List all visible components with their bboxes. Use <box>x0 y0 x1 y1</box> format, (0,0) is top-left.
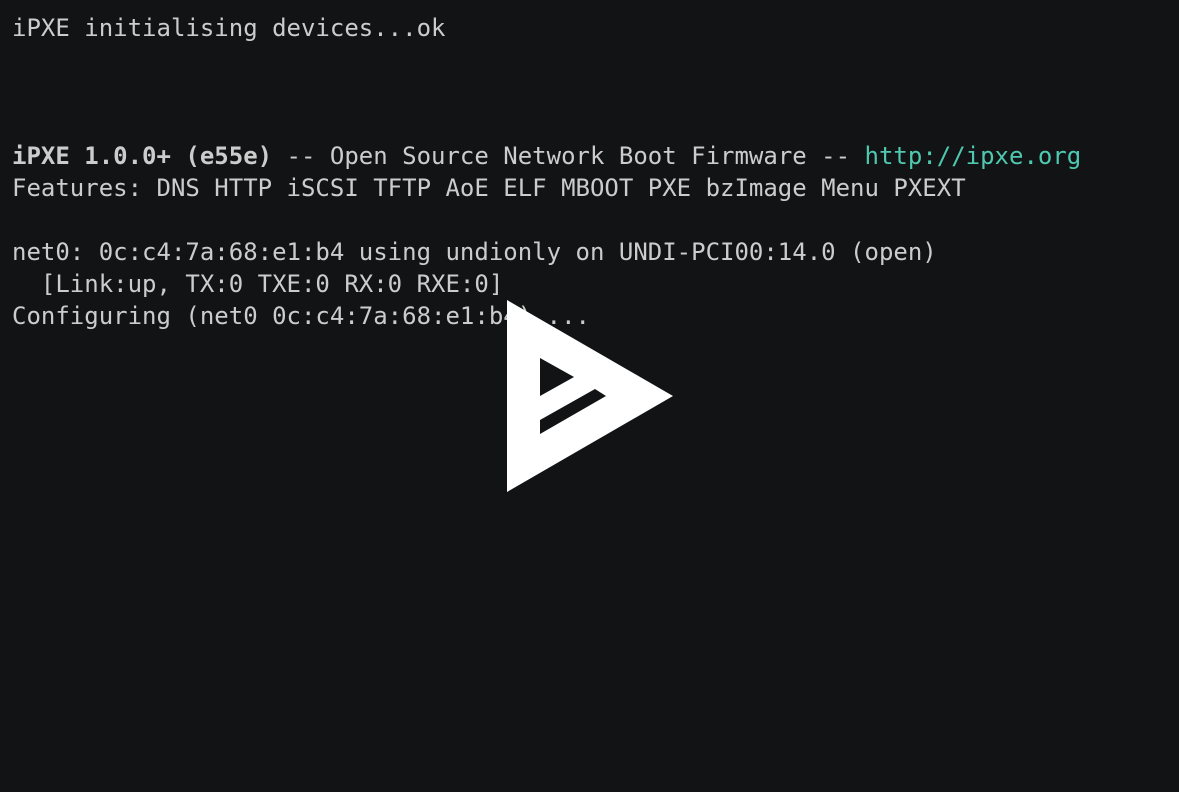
play-button[interactable] <box>506 300 674 492</box>
init-line: iPXE initialising devices...ok <box>12 14 446 42</box>
product-version: iPXE 1.0.0+ (e55e) <box>12 142 273 170</box>
link-status-line: [Link:up, TX:0 TXE:0 RX:0 RXE:0] <box>12 270 504 298</box>
net0-line: net0: 0c:c4:7a:68:e1:b4 using undionly o… <box>12 238 937 266</box>
banner-description: Open Source Network Boot Firmware <box>329 142 807 170</box>
banner-separator: -- <box>806 142 865 170</box>
ipxe-url-link[interactable]: http://ipxe.org <box>865 142 1082 170</box>
banner-separator: -- <box>272 142 330 170</box>
features-line: Features: DNS HTTP iSCSI TFTP AoE ELF MB… <box>12 174 966 202</box>
terminal-screen: iPXE initialising devices...ok iPXE 1.0.… <box>0 0 1179 792</box>
configuring-line: Configuring (net0 0c:c4:7a:68:e1:b4).... <box>12 302 590 330</box>
asciinema-play-icon <box>507 300 673 492</box>
banner-line: iPXE 1.0.0+ (e55e) -- Open Source Networ… <box>12 140 1081 172</box>
